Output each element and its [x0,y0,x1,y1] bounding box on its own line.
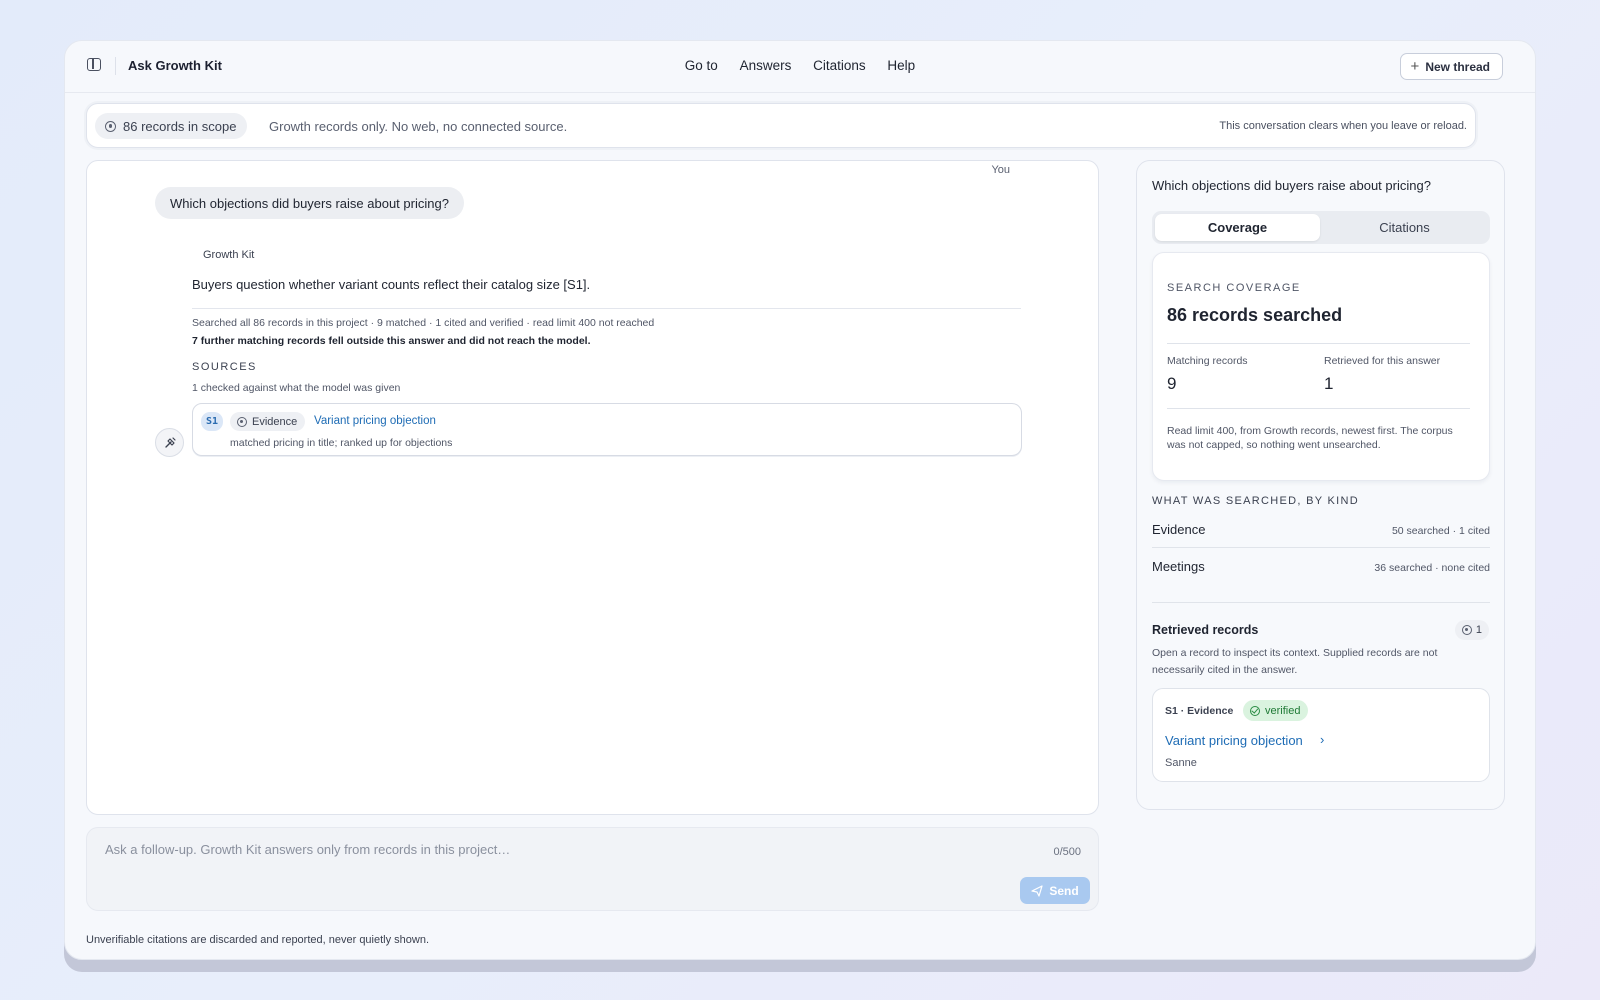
assistant-answer: Buyers question whether variant counts r… [192,277,591,292]
check-circle-icon [1250,705,1260,716]
source-title-link[interactable]: Variant pricing objection [314,415,436,427]
coverage-eyebrow: SEARCH COVERAGE [1167,282,1301,294]
divider [1167,343,1470,344]
by-kind-heading: WHAT WAS SEARCHED, BY KIND [1152,495,1359,507]
tools-button[interactable] [155,428,184,457]
search-meta: Searched all 86 records in this project … [192,317,655,329]
top-bar: Ask Growth Kit Go to Answers Citations H… [65,41,1535,93]
matching-value: 9 [1167,374,1177,393]
kind-stat: 50 searched · 1 cited [1391,525,1490,537]
send-button[interactable]: Send [1020,877,1090,904]
source-id-badge: S1 [201,412,223,431]
retrieved-heading: Retrieved records [1152,623,1259,637]
main-nav: Go to Answers Citations Help [65,58,1535,73]
panel-tabs: Coverage Citations [1152,211,1490,244]
retrieved-value: 1 [1324,374,1334,393]
kind-row-meetings: Meetings 36 searched · none cited [1152,559,1490,585]
user-message: Which objections did buyers raise about … [155,187,464,219]
composer: 0/500 Send [86,827,1099,911]
retrieved-label: Retrieved for this answer [1324,355,1441,367]
further-note: 7 further matching records fell outside … [192,335,591,347]
footnote: Unverifiable citations are discarded and… [86,934,430,946]
scope-icon [105,120,116,132]
scope-bar: 86 records in scope Growth records only.… [86,103,1476,148]
you-label: You [991,164,1010,176]
scope-icon [1461,625,1472,635]
coverage-card: SEARCH COVERAGE 86 records searched Matc… [1152,252,1490,481]
coverage-panel: Which objections did buyers raise about … [1136,160,1505,810]
assistant-name: Growth Kit [203,249,255,261]
nav-go-to[interactable]: Go to [685,58,718,73]
source-reason: matched pricing in title; ranked up for … [230,437,453,449]
plus-icon: + [1410,58,1420,75]
tools-icon [165,437,176,448]
divider [1152,547,1490,548]
nav-help[interactable]: Help [887,58,915,73]
evidence-icon [237,416,247,427]
nav-citations[interactable]: Citations [813,58,866,73]
divider [192,308,1021,309]
source-card[interactable]: S1 Evidence Variant pricing objection ma… [192,403,1022,456]
coverage-note: Read limit 400, from Growth records, new… [1167,425,1453,451]
sources-heading: SOURCES [192,361,257,373]
send-icon [1031,884,1043,897]
retrieved-count-badge: 1 [1454,620,1489,640]
tab-coverage[interactable]: Coverage [1155,214,1320,241]
retrieved-count: 1 [1475,624,1482,636]
kind-name: Meetings [1152,559,1205,574]
chat-panel[interactable]: You Which objections did buyers raise ab… [86,160,1099,815]
send-label: Send [1049,883,1079,898]
verified-badge: verified [1243,700,1309,721]
matching-label: Matching records [1167,355,1248,367]
retrieved-note: Open a record to inspect its context. Su… [1152,647,1438,676]
nav-answers[interactable]: Answers [740,58,792,73]
kind-row-evidence: Evidence 50 searched · 1 cited [1152,522,1490,548]
scope-note: This conversation clears when you leave … [1219,120,1467,132]
scope-chip-label: 86 records in scope [123,118,237,134]
new-thread-button[interactable]: + New thread [1399,53,1503,80]
char-count: 0/500 [1053,846,1081,858]
source-kind: Evidence [252,415,298,428]
sources-subtitle: 1 checked against what the model was giv… [192,382,401,394]
new-thread-label: New thread [1425,59,1490,74]
coverage-headline: 86 records searched [1167,305,1343,325]
record-meta: S1 · Evidence [1165,705,1234,717]
divider [1152,602,1490,603]
divider [1167,408,1470,409]
follow-up-input[interactable] [105,842,1005,857]
tab-citations[interactable]: Citations [1322,214,1487,241]
kind-stat: 36 searched · none cited [1374,562,1490,574]
scope-description: Growth records only. No web, no connecte… [269,119,568,134]
record-title-link[interactable]: Variant pricing objection [1165,733,1303,748]
source-kind-chip: Evidence [230,412,306,431]
verified-label: verified [1265,704,1301,717]
app-window: Ask Growth Kit Go to Answers Citations H… [64,40,1536,960]
record-author: Sanne [1165,757,1197,769]
chevron-right-icon[interactable]: › [1320,732,1324,747]
scope-chip[interactable]: 86 records in scope [95,113,248,139]
side-question: Which objections did buyers raise about … [1152,178,1431,193]
record-card[interactable]: S1 · Evidence verified Variant pricing o… [1152,688,1490,782]
kind-name: Evidence [1152,522,1206,537]
